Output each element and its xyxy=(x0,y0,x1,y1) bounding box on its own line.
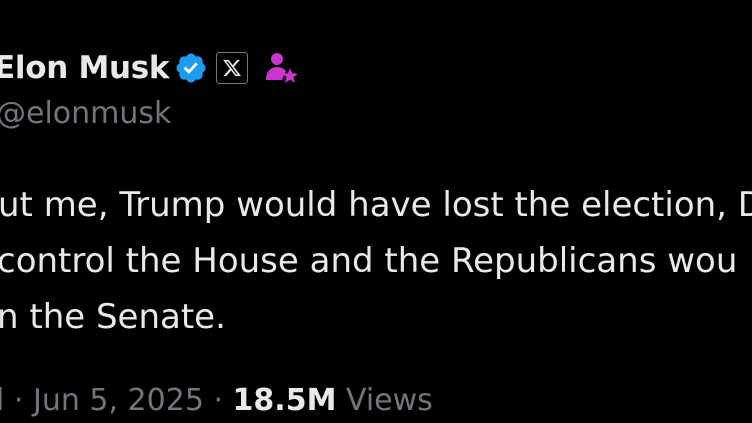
affiliate-person-star-icon[interactable] xyxy=(262,48,302,88)
meta-separator: · xyxy=(13,383,24,418)
tweet-meta: l · Jun 5, 2025 · 18.5M Views xyxy=(0,383,433,418)
tweet-text-line: ut me, Trump would have lost the electio… xyxy=(0,185,752,225)
x-affiliation-icon[interactable] xyxy=(216,52,249,84)
views-label: Views xyxy=(345,383,433,418)
tweet-card: Elon Musk @elonmusk ut me, Trump would h… xyxy=(0,0,752,423)
meta-separator: · xyxy=(213,383,223,418)
tweet-header: Elon Musk xyxy=(0,46,302,90)
author-handle[interactable]: @elonmusk xyxy=(0,96,171,131)
tweet-text-line: n the Senate. xyxy=(0,297,226,337)
verified-badge-icon[interactable] xyxy=(174,51,208,85)
tweet-text-line: control the House and the Republicans wo… xyxy=(0,241,738,281)
author-display-name[interactable]: Elon Musk xyxy=(0,50,170,86)
tweet-time[interactable]: l xyxy=(0,383,4,418)
tweet-date[interactable]: Jun 5, 2025 xyxy=(33,383,204,418)
views-count[interactable]: 18.5M xyxy=(233,383,337,418)
